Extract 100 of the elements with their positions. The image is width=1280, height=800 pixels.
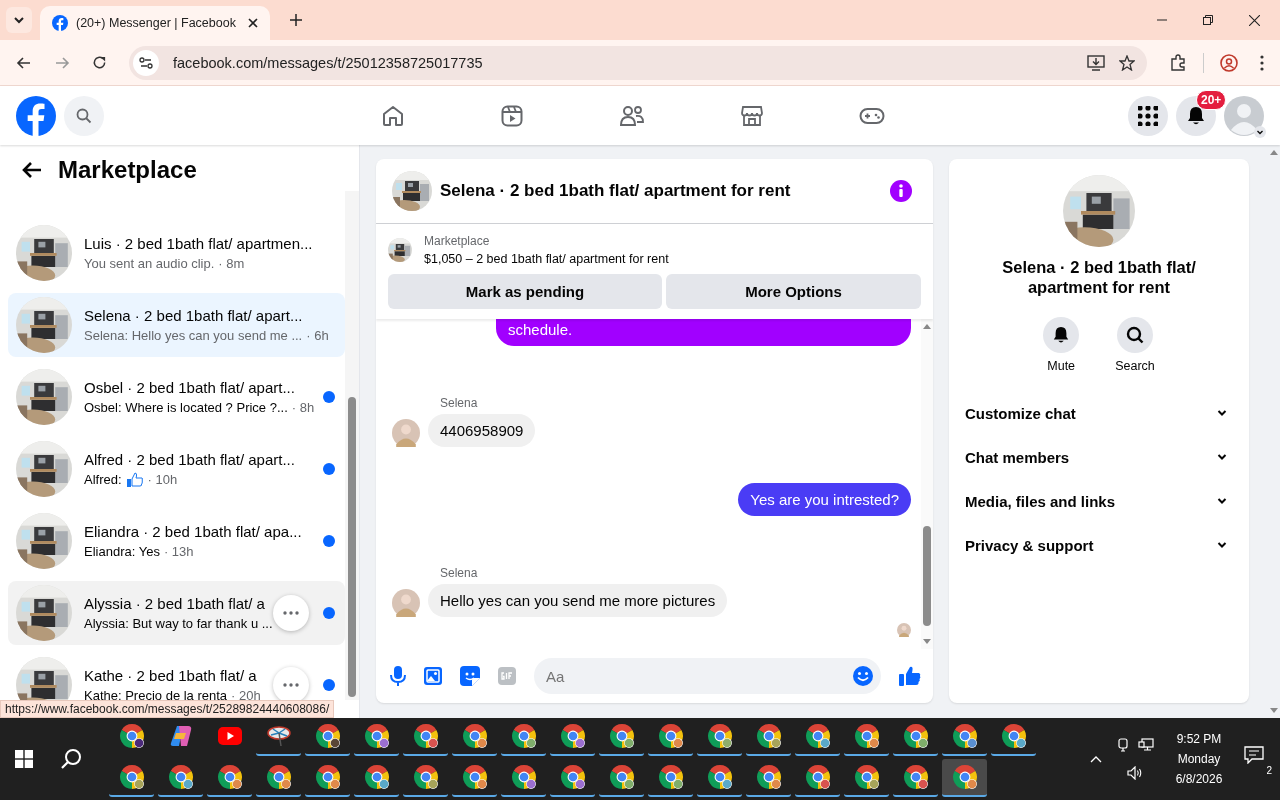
browser-icon[interactable] (951, 764, 978, 790)
browser-icon[interactable] (510, 723, 537, 749)
video-icon[interactable] (500, 103, 524, 128)
search-button[interactable] (1117, 317, 1153, 353)
notification-count: 2 (1264, 765, 1274, 776)
browser-icon[interactable] (559, 723, 586, 749)
install-icon[interactable] (1087, 54, 1105, 71)
browser-tab[interactable]: (20+) Messenger | Facebook (40, 6, 270, 40)
profile-icon[interactable] (1220, 53, 1238, 72)
browser-icon[interactable] (265, 764, 292, 790)
browser-icon[interactable] (657, 764, 684, 790)
scroll-thumb[interactable] (923, 526, 931, 626)
site-settings-icon[interactable] (133, 49, 159, 76)
scroll-up-icon[interactable] (1270, 149, 1278, 155)
section-header[interactable]: Customize chat (965, 391, 1233, 435)
scrollbar[interactable] (345, 191, 359, 700)
gamepad-icon[interactable] (859, 105, 885, 126)
browser-icon[interactable] (608, 764, 635, 790)
message-field[interactable]: Aa (534, 658, 881, 694)
chat-title: Alfred · 2 bed 1bath flat/ apart... (84, 450, 295, 468)
emoji-icon[interactable] (853, 666, 873, 686)
browser-icon[interactable] (608, 723, 635, 749)
browser-icon[interactable] (902, 764, 929, 790)
listing-action-button[interactable]: More Options (666, 274, 921, 309)
browser-icon[interactable] (412, 723, 439, 749)
chat-list-item[interactable]: Osbel · 2 bed 1bath flat/ apart... Osbel: Where is located ? Price ?... · 8h (8, 365, 345, 429)
listing-action-button[interactable]: Mark as pending (388, 274, 662, 309)
browser-icon[interactable] (216, 764, 243, 790)
start-icon[interactable] (15, 750, 33, 768)
browser-icon[interactable] (706, 764, 733, 790)
browser-icon[interactable] (559, 764, 586, 790)
tab-list-button[interactable] (6, 7, 32, 33)
reload-icon[interactable] (92, 55, 107, 70)
speaker-icon[interactable] (1127, 766, 1143, 780)
browser-icon[interactable] (657, 723, 684, 749)
scroll-up-icon[interactable] (923, 323, 931, 329)
browser-icon[interactable] (118, 764, 145, 790)
section-title: Privacy & support (965, 536, 1094, 554)
browser-icon[interactable] (412, 764, 439, 790)
back-arrow-icon[interactable] (22, 161, 42, 179)
home-icon[interactable] (381, 103, 405, 128)
section-header[interactable]: Chat members (965, 435, 1233, 479)
chevron-up-icon[interactable] (1090, 755, 1102, 763)
browser-icon[interactable] (804, 723, 831, 749)
chat-list-item[interactable]: Eliandra · 2 bed 1bath flat/ apa... Eliandra: Yes · 13h (8, 509, 345, 573)
chat-list-item[interactable]: Luis · 2 bed 1bath flat/ apartmen... You sent an audio clip. · 8m (8, 221, 345, 285)
sticker-icon[interactable] (460, 666, 480, 686)
facebook-logo[interactable] (16, 95, 56, 136)
address-bar[interactable]: facebook.com/messages/t/25012358725017735 (129, 45, 1147, 80)
menu-icon[interactable] (1260, 54, 1264, 71)
store-icon[interactable] (740, 103, 764, 128)
scrollbar[interactable] (921, 319, 933, 649)
back-icon[interactable] (16, 54, 32, 71)
browser-icon[interactable] (1000, 723, 1027, 749)
chat-list-item[interactable]: Alyssia · 2 bed 1bath flat/ a Alyssia: But way to far thank u ... (8, 581, 345, 645)
browser-icon[interactable] (755, 723, 782, 749)
browser-icon[interactable] (706, 723, 733, 749)
browser-icon[interactable] (951, 723, 978, 749)
star-icon[interactable] (1119, 54, 1135, 71)
browser-icon[interactable] (461, 764, 488, 790)
thumbs-up-icon[interactable] (899, 666, 921, 686)
microphone-icon[interactable] (390, 666, 406, 686)
restore-icon[interactable] (1203, 15, 1213, 25)
timestamp: · 6h (306, 328, 329, 343)
taskbar-item[interactable] (942, 759, 987, 797)
browser-icon[interactable] (314, 764, 341, 790)
browser-icon[interactable] (755, 764, 782, 790)
browser-icon[interactable] (853, 764, 880, 790)
image-icon[interactable] (424, 667, 442, 685)
forward-icon[interactable] (54, 54, 70, 71)
network-icon[interactable] (1138, 738, 1154, 752)
close-icon[interactable] (248, 18, 258, 28)
mute-button[interactable] (1043, 317, 1080, 353)
browser-icon[interactable] (363, 764, 390, 790)
new-tab-icon[interactable] (290, 14, 302, 26)
menu-button[interactable] (1128, 95, 1168, 136)
search-icon[interactable] (61, 748, 83, 770)
browser-icon[interactable] (167, 764, 194, 790)
notification-icon[interactable] (1244, 746, 1264, 764)
browser-icon[interactable] (853, 723, 880, 749)
extensions-icon[interactable] (1169, 53, 1187, 72)
scroll-down-icon[interactable] (1270, 708, 1278, 714)
browser-icon[interactable] (902, 723, 929, 749)
section-header[interactable]: Media, files and links (965, 479, 1233, 523)
meet-icon[interactable] (1116, 738, 1130, 752)
browser-icon[interactable] (461, 723, 488, 749)
info-icon[interactable] (889, 179, 913, 203)
section-header[interactable]: Privacy & support (965, 523, 1233, 567)
browser-icon[interactable] (804, 764, 831, 790)
browser-icon[interactable] (314, 723, 341, 749)
chat-list-item[interactable]: Alfred · 2 bed 1bath flat/ apart... Alfred: · 10h (8, 437, 345, 501)
scroll-down-icon[interactable] (923, 639, 931, 645)
browser-icon[interactable] (363, 723, 390, 749)
people-icon[interactable] (619, 103, 645, 128)
chevron-down-icon[interactable] (1254, 125, 1266, 138)
scroll-thumb[interactable] (348, 397, 356, 697)
close-icon[interactable] (1249, 14, 1260, 26)
chat-list-item[interactable]: Selena · 2 bed 1bath flat/ apart... Selena: Hello yes can you send me ... · 6h (8, 293, 345, 357)
browser-icon[interactable] (510, 764, 537, 790)
browser-icon[interactable] (118, 723, 145, 749)
